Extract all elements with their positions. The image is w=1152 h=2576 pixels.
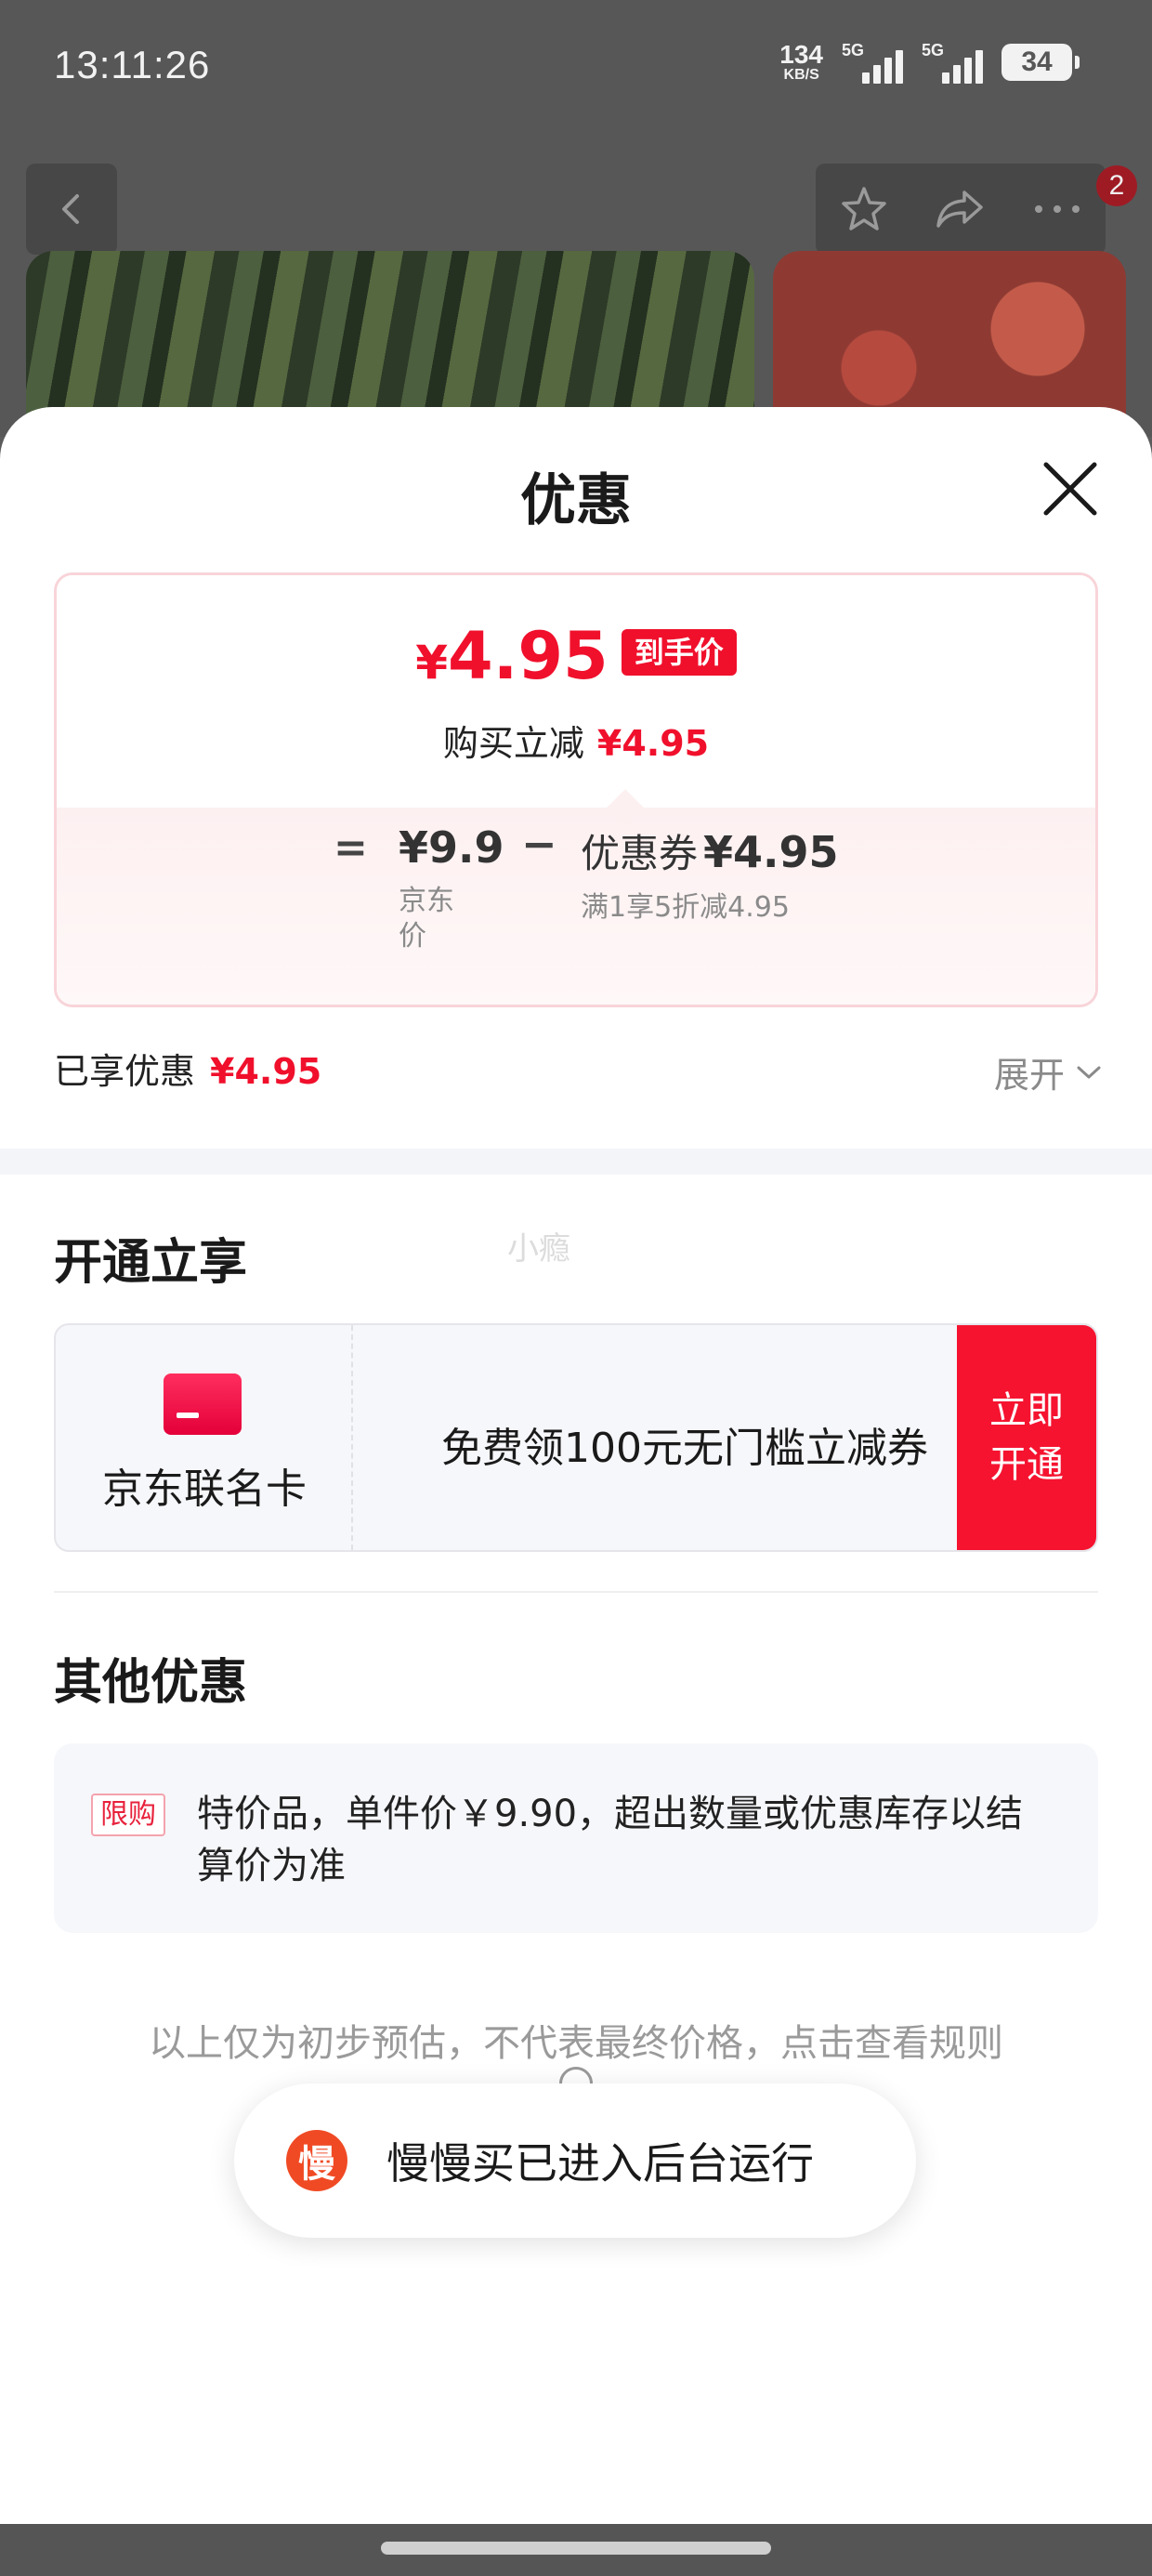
minus-sign: − [521, 819, 557, 869]
open-benefits-title: 开通立享 [54, 1235, 248, 1291]
expand-label: 展开 [993, 1055, 1065, 1096]
cobrand-card-offer[interactable]: 京东联名卡 免费领100元无门槛立减券 立即 开通 [54, 1323, 1098, 1552]
currency-symbol: ¥ [415, 636, 449, 690]
final-price-area: ¥4.95 到手价 购买立减 ¥4.95 [57, 575, 1095, 808]
sheet-title: 优惠 [520, 468, 632, 533]
other-offer-item: 限购 特价品，单件价￥9.90，超出数量或优惠库存以结算价为准 [54, 1743, 1098, 1933]
more-button[interactable] [1020, 172, 1094, 246]
favorite-button[interactable] [827, 172, 901, 246]
share-button[interactable] [923, 172, 998, 246]
close-button[interactable] [1037, 455, 1104, 522]
signal-type-label: 5G [922, 41, 945, 59]
section-divider [0, 1149, 1152, 1175]
instant-reduction-amount: ¥4.95 [596, 723, 710, 764]
app-logo-icon: 慢 [286, 2130, 347, 2191]
expand-button[interactable]: 展开 [994, 1046, 1102, 1097]
network-speed: 134 KB/S [779, 42, 823, 83]
card-info: 京东联名卡 [56, 1325, 353, 1550]
jd-price-label: 京东价 [399, 885, 454, 953]
back-icon [62, 194, 79, 224]
limit-tag: 限购 [91, 1794, 165, 1836]
price-breakdown-card: ¥4.95 到手价 购买立减 ¥4.95 = ¥9.9 京东价 − 优惠券 ¥4.9… [54, 572, 1098, 1007]
close-icon [1043, 462, 1097, 516]
final-price-row: ¥4.95 到手价 [57, 624, 1095, 689]
product-actions [816, 164, 1106, 255]
star-icon [842, 187, 886, 230]
coupon-amount: ¥4.95 [703, 827, 839, 877]
coupon-label: 优惠券 [581, 831, 699, 876]
enjoyed-discount-row: 已享优惠 ¥4.95 [54, 1043, 321, 1094]
discount-sheet: 优惠 ¥4.95 到手价 购买立减 ¥4.95 = ¥9.9 京东价 − 优惠券 ¥… [0, 407, 1152, 2524]
enjoyed-discount-label: 已享优惠 [54, 1051, 196, 1092]
coupon-rule: 满1享5折减4.95 [581, 891, 790, 924]
other-offer-text: 特价品，单件价￥9.90，超出数量或优惠库存以结算价为准 [197, 1793, 1024, 1887]
notification-badge: 2 [1096, 165, 1137, 206]
watermark-text: 小瘾 [507, 1230, 570, 1268]
final-price-tag: 到手价 [621, 628, 737, 676]
other-offers-title: 其他优惠 [54, 1655, 248, 1711]
final-price-value: 4.95 [448, 618, 609, 694]
home-indicator[interactable] [381, 2542, 771, 2555]
status-time: 13:11:26 [54, 43, 211, 86]
price-formula-area [57, 808, 1095, 1005]
back-button[interactable] [26, 164, 117, 255]
status-indicators: 134 KB/S 5G 5G 34 [779, 41, 1080, 84]
divider [54, 1591, 1098, 1593]
equals-sign: = [334, 824, 368, 872]
signal-icon: 5G [922, 41, 983, 84]
toast-message: 慢慢买已进入后台运行 [386, 2138, 814, 2188]
battery-icon: 34 [1001, 44, 1080, 81]
coupon-line: 优惠券 ¥4.95 [581, 822, 839, 879]
more-icon [1035, 205, 1080, 213]
signal-type-label: 5G [842, 41, 865, 59]
card-offer-description: 免费领100元无门槛立减券 [441, 1425, 928, 1472]
card-name: 京东联名卡 [102, 1465, 307, 1513]
signal-icon: 5G [842, 41, 903, 84]
open-now-label: 立即 开通 [989, 1389, 1064, 1486]
open-now-button[interactable]: 立即 开通 [957, 1325, 1096, 1550]
network-speed-unit: KB/S [783, 67, 819, 83]
chevron-down-icon [1077, 1066, 1101, 1078]
credit-card-icon [164, 1373, 242, 1435]
final-price: ¥4.95 [415, 624, 609, 689]
enjoyed-discount-amount: ¥4.95 [210, 1051, 322, 1092]
status-bar: 13:11:26 134 KB/S 5G 5G 34 [0, 0, 1152, 139]
rules-disclaimer-link[interactable]: 以上仅为初步预估，不代表最终价格，点击查看规则 [0, 2013, 1152, 2067]
instant-reduction-row: 购买立减 ¥4.95 [57, 715, 1095, 766]
jd-price: ¥9.9 [399, 822, 504, 873]
share-icon [936, 191, 983, 228]
instant-reduction-label: 购买立减 [442, 723, 584, 764]
background-running-toast: 慢 慢慢买已进入后台运行 [234, 2083, 916, 2238]
battery-level: 34 [1021, 46, 1053, 77]
network-speed-value: 134 [779, 40, 823, 69]
